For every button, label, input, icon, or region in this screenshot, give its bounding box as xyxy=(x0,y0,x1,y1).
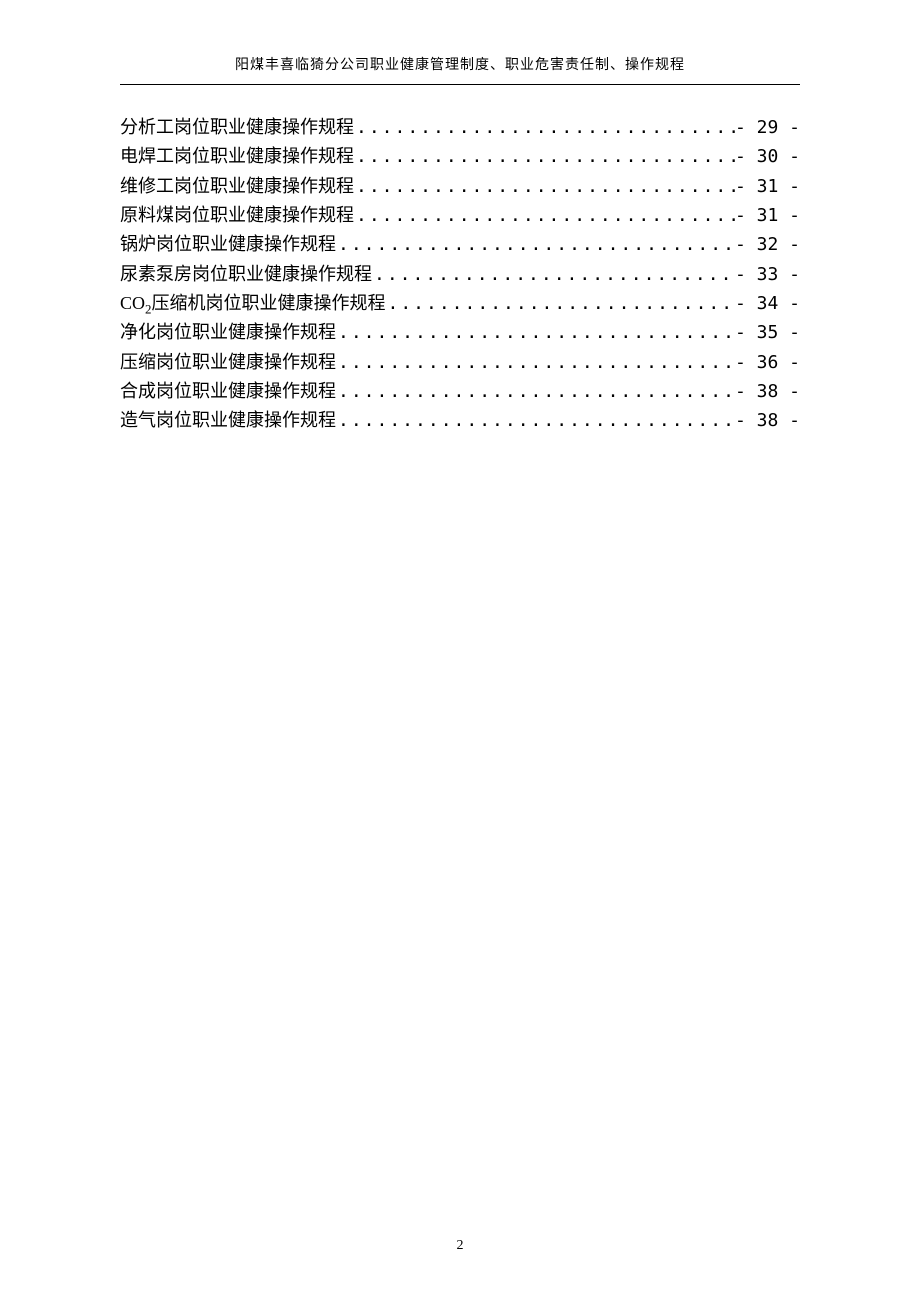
toc-leader-dots xyxy=(336,377,735,406)
toc-title: 合成岗位职业健康操作规程 xyxy=(120,377,336,406)
header-rule xyxy=(120,84,800,85)
toc-entry: 电焊工岗位职业健康操作规程 - 30 - xyxy=(120,142,800,171)
toc-entry: 分析工岗位职业健康操作规程 - 29 - xyxy=(120,113,800,142)
toc-entry: 维修工岗位职业健康操作规程 - 31 - xyxy=(120,172,800,201)
toc-title-suffix: 压缩机岗位职业健康操作规程 xyxy=(152,293,386,313)
toc-entry: CO2压缩机岗位职业健康操作规程 - 34 - xyxy=(120,289,800,318)
toc-title: 电焊工岗位职业健康操作规程 xyxy=(120,142,354,171)
toc-page: - 38 - xyxy=(735,377,800,406)
toc-page: - 29 - xyxy=(735,113,800,142)
toc-leader-dots xyxy=(354,142,735,171)
table-of-contents: 分析工岗位职业健康操作规程 - 29 - 电焊工岗位职业健康操作规程 - 30 … xyxy=(120,113,800,436)
page-header: 阳煤丰喜临猗分公司职业健康管理制度、职业危害责任制、操作规程 xyxy=(120,54,800,80)
toc-page: - 31 - xyxy=(735,172,800,201)
toc-leader-dots xyxy=(386,289,735,318)
toc-title: 压缩岗位职业健康操作规程 xyxy=(120,348,336,377)
toc-title: 尿素泵房岗位职业健康操作规程 xyxy=(120,260,372,289)
document-page: 阳煤丰喜临猗分公司职业健康管理制度、职业危害责任制、操作规程 分析工岗位职业健康… xyxy=(0,0,920,1302)
toc-leader-dots xyxy=(336,406,735,435)
toc-page: - 35 - xyxy=(735,318,800,347)
toc-entry: 压缩岗位职业健康操作规程 - 36 - xyxy=(120,348,800,377)
toc-title: 锅炉岗位职业健康操作规程 xyxy=(120,230,336,259)
toc-page: - 32 - xyxy=(735,230,800,259)
toc-entry: 造气岗位职业健康操作规程 - 38 - xyxy=(120,406,800,435)
toc-leader-dots xyxy=(354,201,735,230)
toc-title-prefix: CO xyxy=(120,293,145,313)
toc-page: - 31 - xyxy=(735,201,800,230)
toc-entry: 原料煤岗位职业健康操作规程 - 31 - xyxy=(120,201,800,230)
toc-leader-dots xyxy=(336,348,735,377)
toc-title: 维修工岗位职业健康操作规程 xyxy=(120,172,354,201)
toc-page: - 34 - xyxy=(735,289,800,318)
toc-leader-dots xyxy=(336,318,735,347)
toc-title: 分析工岗位职业健康操作规程 xyxy=(120,113,354,142)
toc-leader-dots xyxy=(372,260,735,289)
toc-title: 净化岗位职业健康操作规程 xyxy=(120,318,336,347)
toc-entry: 合成岗位职业健康操作规程 - 38 - xyxy=(120,377,800,406)
toc-title: 造气岗位职业健康操作规程 xyxy=(120,406,336,435)
toc-leader-dots xyxy=(354,113,735,142)
toc-page: - 30 - xyxy=(735,142,800,171)
toc-title: 原料煤岗位职业健康操作规程 xyxy=(120,201,354,230)
toc-entry: 锅炉岗位职业健康操作规程 - 32 - xyxy=(120,230,800,259)
header-title: 阳煤丰喜临猗分公司职业健康管理制度、职业危害责任制、操作规程 xyxy=(235,58,685,73)
toc-entry: 净化岗位职业健康操作规程 - 35 - xyxy=(120,318,800,347)
page-number: 2 xyxy=(0,1238,920,1254)
toc-page: - 38 - xyxy=(735,406,800,435)
toc-page: - 36 - xyxy=(735,348,800,377)
toc-page: - 33 - xyxy=(735,260,800,289)
toc-leader-dots xyxy=(336,230,735,259)
toc-title: CO2压缩机岗位职业健康操作规程 xyxy=(120,289,386,318)
toc-entry: 尿素泵房岗位职业健康操作规程 - 33 - xyxy=(120,260,800,289)
toc-leader-dots xyxy=(354,172,735,201)
